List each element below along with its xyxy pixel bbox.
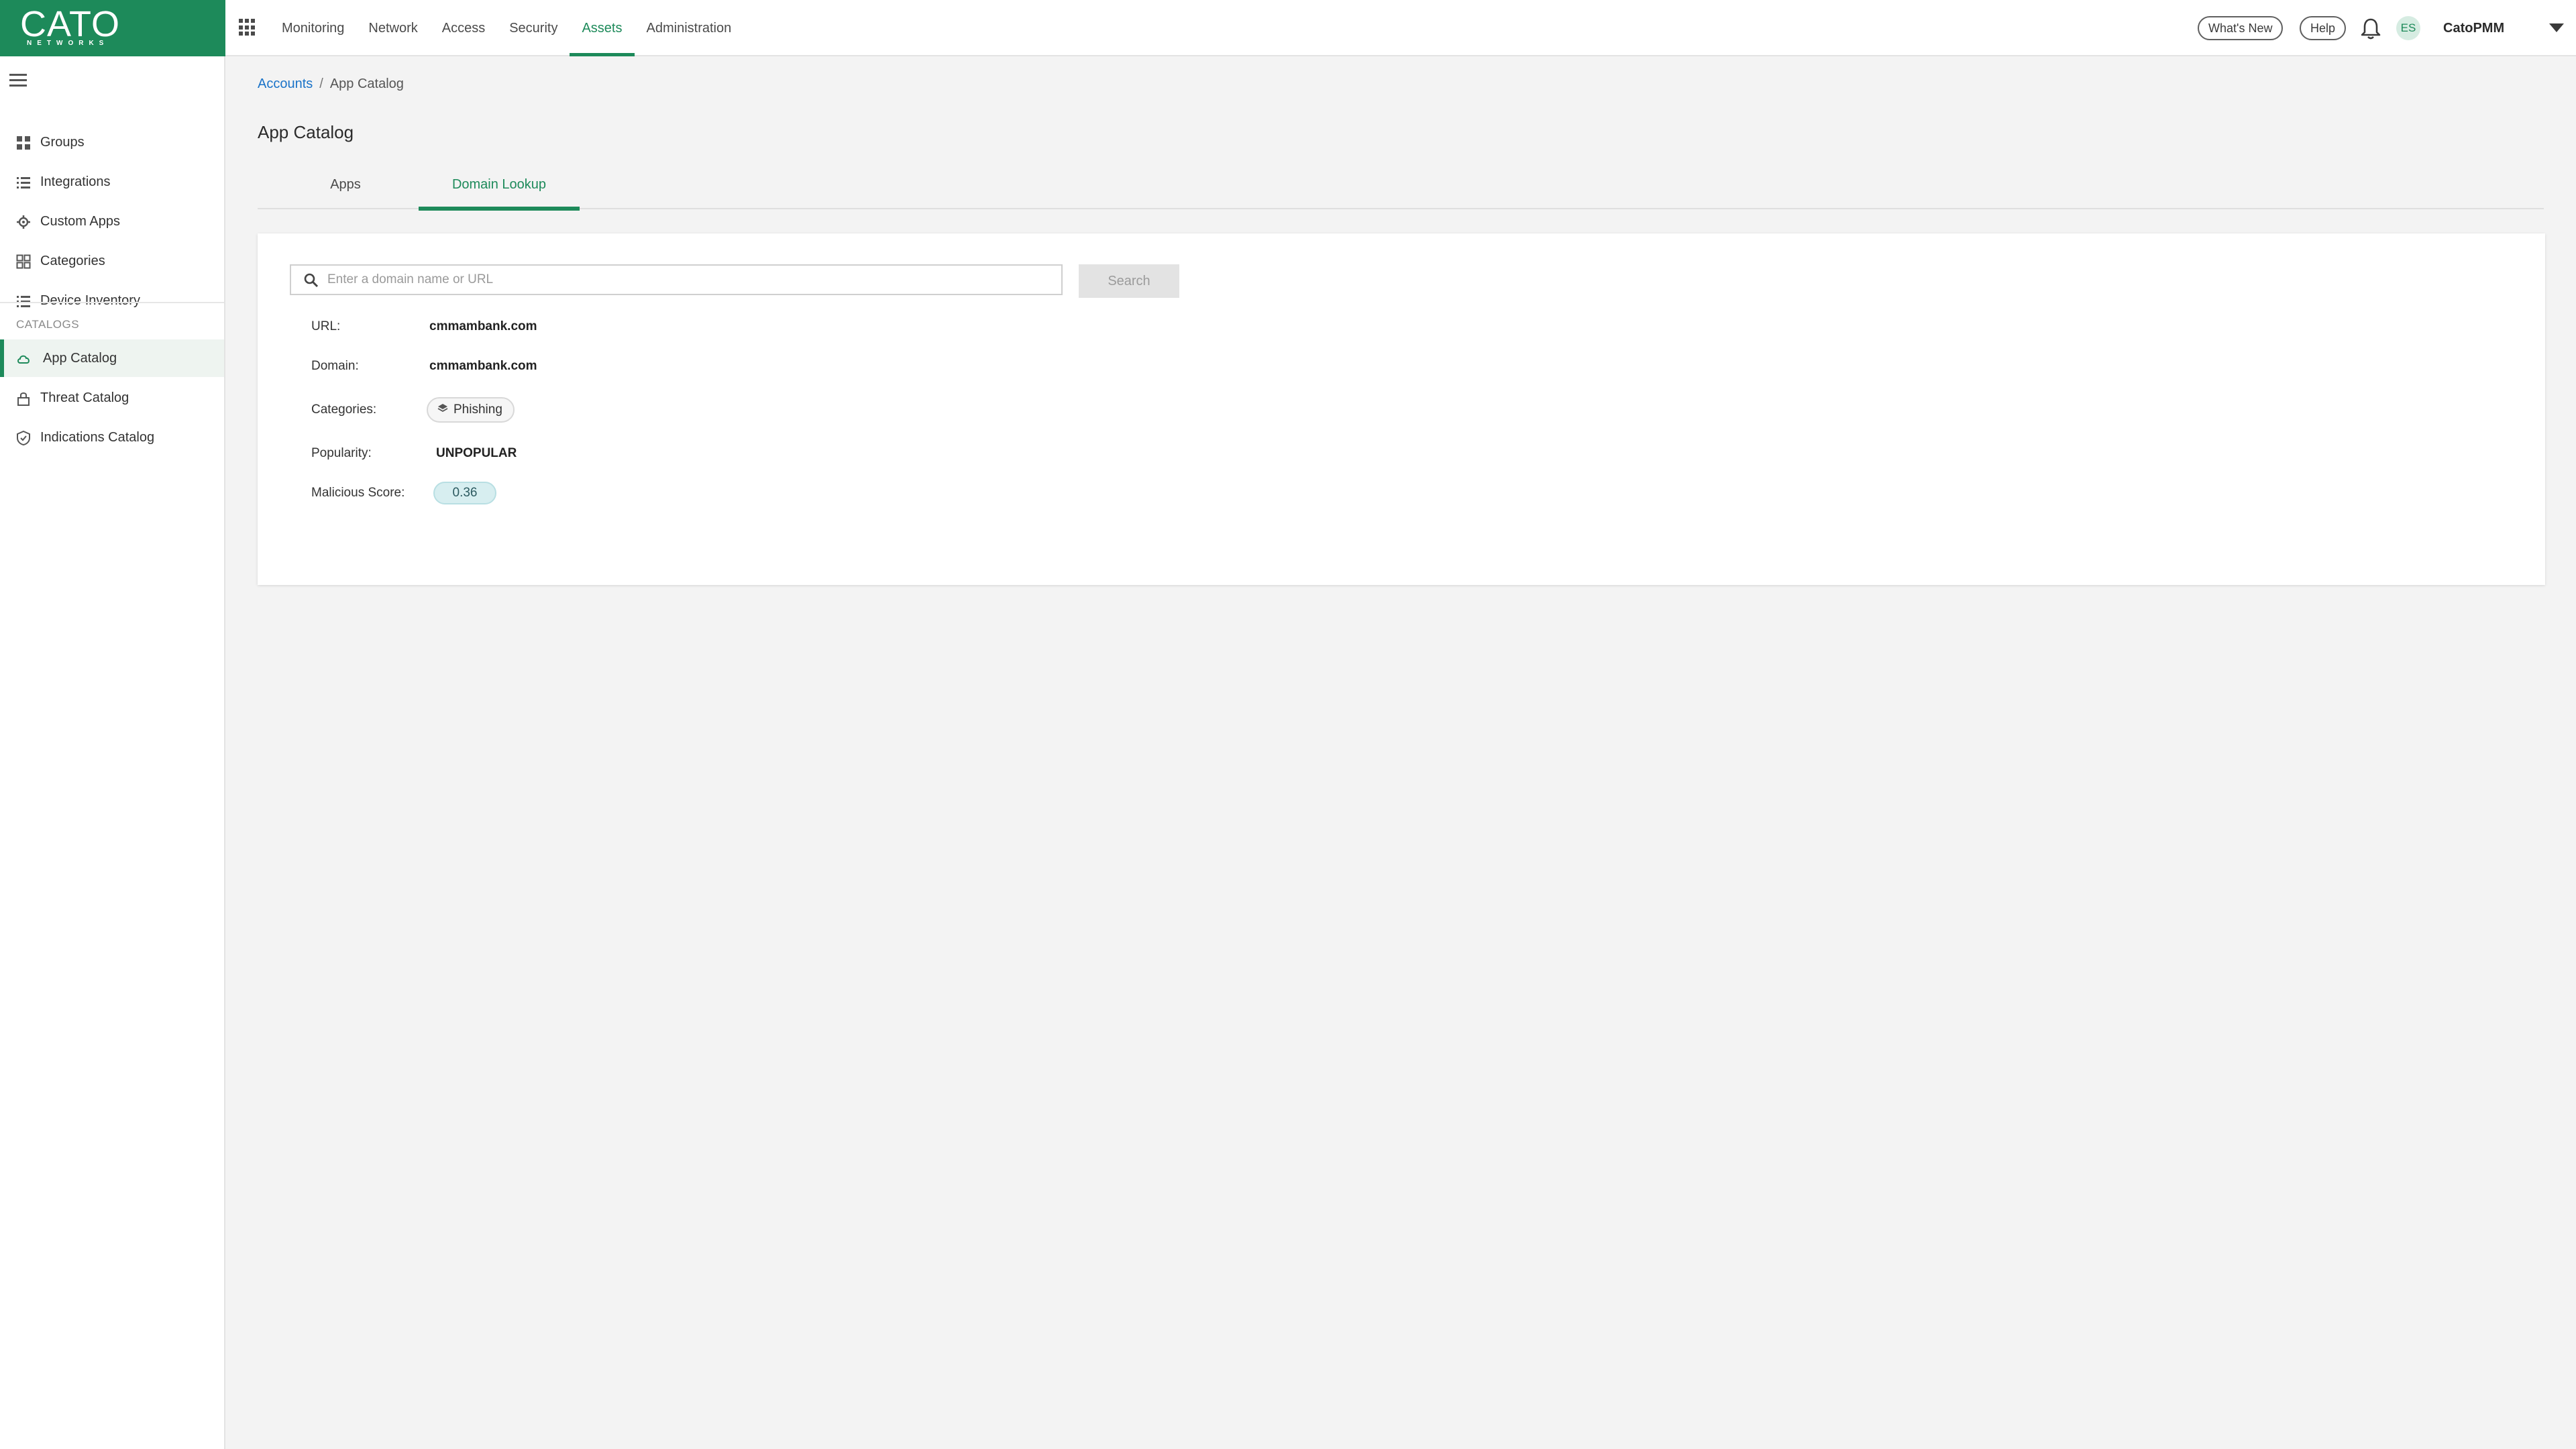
sidebar: Groups Integrations Custom Apps Categori… [0, 56, 225, 1449]
shield-check-icon [17, 431, 30, 445]
domain-search-input[interactable] [327, 266, 1052, 294]
search-icon [304, 273, 319, 288]
breadcrumb: Accounts / App Catalog [258, 76, 404, 92]
grid-icon [17, 136, 30, 150]
sidebar-item-indications-catalog[interactable]: Indications Catalog [0, 419, 224, 456]
menu-toggle-icon[interactable] [9, 74, 27, 87]
url-label: URL: [311, 319, 341, 333]
logo-wordmark: CATO [20, 4, 121, 44]
sidebar-item-label: Indications Catalog [40, 430, 155, 445]
popularity-label: Popularity: [311, 446, 372, 460]
nav-network[interactable]: Network [356, 0, 429, 56]
gear-icon [17, 215, 30, 229]
domain-lookup-panel: Search URL: cmmambank.com Domain: cmmamb… [258, 233, 2545, 585]
nav-administration[interactable]: Administration [635, 0, 744, 56]
domain-label: Domain: [311, 359, 359, 373]
popularity-value: UNPOPULAR [436, 446, 517, 460]
cloud-icon [17, 355, 30, 364]
page-title: App Catalog [258, 122, 354, 142]
categories-label: Categories: [311, 402, 377, 417]
layers-icon [437, 403, 448, 413]
malicious-score-label: Malicious Score: [311, 486, 405, 500]
breadcrumb-current: App Catalog [329, 76, 404, 91]
cato-logo[interactable]: CATO NETWORKS [0, 0, 225, 56]
sidebar-item-label: Threat Catalog [40, 390, 129, 405]
main-navigation: Monitoring Network Access Security Asset… [270, 0, 743, 56]
top-bar: CATO NETWORKS Monitoring Network Access … [0, 0, 2576, 56]
malicious-score-badge: 0.36 [433, 482, 496, 504]
nav-access[interactable]: Access [430, 0, 497, 56]
sidebar-divider [0, 302, 224, 303]
category-chip: Phishing [427, 397, 515, 423]
list-icon [17, 296, 30, 307]
account-name[interactable]: CatoPMM [2443, 0, 2504, 56]
list-icon [17, 177, 30, 189]
sidebar-item-app-catalog[interactable]: App Catalog [0, 339, 224, 377]
nav-assets[interactable]: Assets [570, 0, 635, 56]
nav-security[interactable]: Security [497, 0, 570, 56]
sidebar-item-label: Groups [40, 135, 85, 150]
breadcrumb-accounts-link[interactable]: Accounts [258, 76, 313, 91]
chevron-down-icon[interactable] [2549, 23, 2564, 32]
search-button[interactable]: Search [1079, 264, 1179, 298]
tab-apps[interactable]: Apps [309, 165, 382, 209]
sidebar-item-label: Custom Apps [40, 214, 120, 229]
domain-search-box[interactable] [290, 264, 1063, 295]
sidebar-item-threat-catalog[interactable]: Threat Catalog [0, 379, 224, 417]
sidebar-item-custom-apps[interactable]: Custom Apps [0, 203, 224, 240]
app-launcher-grid-icon[interactable] [239, 19, 256, 36]
sidebar-item-label: Device Inventory [40, 293, 140, 308]
logo-tagline: NETWORKS [27, 40, 109, 47]
user-avatar[interactable]: ES [2396, 16, 2420, 40]
url-value: cmmambank.com [429, 319, 537, 333]
sidebar-item-label: Integrations [40, 174, 111, 189]
tab-bar: Apps Domain Lookup [258, 165, 2544, 211]
lock-icon [17, 392, 30, 406]
category-chip-label: Phishing [453, 402, 502, 417]
tab-domain-lookup[interactable]: Domain Lookup [419, 165, 580, 211]
breadcrumb-separator: / [319, 76, 323, 91]
nav-monitoring[interactable]: Monitoring [270, 0, 356, 56]
categories-icon [16, 254, 31, 269]
sidebar-item-categories[interactable]: Categories [0, 242, 224, 280]
sidebar-item-integrations[interactable]: Integrations [0, 163, 224, 201]
sidebar-item-groups[interactable]: Groups [0, 123, 224, 161]
sidebar-item-label: App Catalog [43, 351, 117, 366]
sidebar-section-label: CATALOGS [16, 318, 80, 331]
domain-value: cmmambank.com [429, 359, 537, 373]
notifications-bell-icon[interactable] [2360, 17, 2381, 40]
sidebar-item-device-inventory[interactable]: Device Inventory [0, 282, 224, 319]
help-button[interactable]: Help [2300, 16, 2347, 40]
sidebar-item-label: Categories [40, 254, 105, 268]
whats-new-button[interactable]: What's New [2198, 16, 2284, 40]
